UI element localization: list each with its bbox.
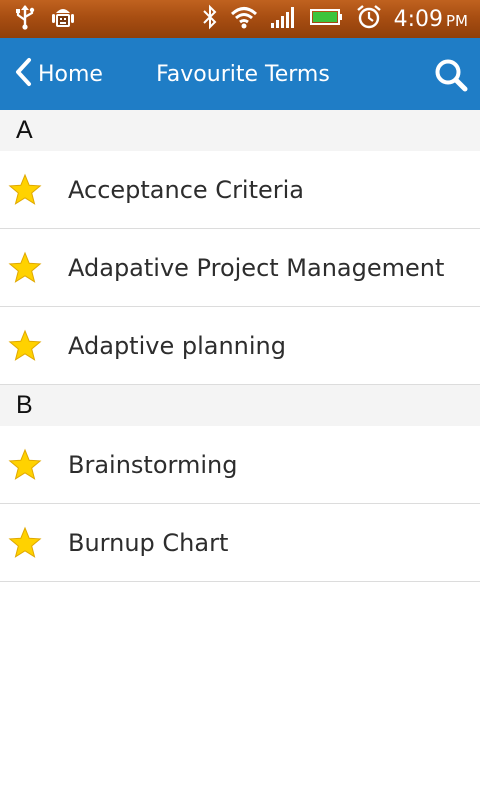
- list-item-label: Adaptive planning: [68, 331, 286, 360]
- alarm-icon: [356, 4, 382, 34]
- app-bar: Home Favourite Terms: [0, 38, 480, 110]
- list-item-label: Burnup Chart: [68, 528, 229, 557]
- star-icon[interactable]: [0, 526, 68, 560]
- status-time: 4:09 PM: [394, 7, 468, 32]
- list-item[interactable]: Adaptive planning: [0, 307, 480, 385]
- list-item[interactable]: Brainstorming: [0, 426, 480, 504]
- status-bar: 4:09 PM: [0, 0, 480, 38]
- star-icon[interactable]: [0, 251, 68, 285]
- bluetooth-icon: [202, 4, 218, 34]
- home-back-button[interactable]: Home: [0, 38, 130, 110]
- search-icon: [434, 59, 468, 96]
- chevron-left-icon: [14, 57, 32, 91]
- list-item-label: Brainstorming: [68, 450, 238, 479]
- status-time-value: 4:09: [393, 6, 443, 32]
- section-header-a: A: [0, 110, 480, 151]
- star-icon[interactable]: [0, 173, 68, 207]
- star-icon[interactable]: [0, 329, 68, 363]
- status-time-ampm: PM: [446, 11, 468, 30]
- section-header-b: B: [0, 385, 480, 426]
- home-button-label: Home: [38, 61, 103, 87]
- battery-icon: [309, 7, 344, 31]
- android-debug-icon: [50, 3, 76, 35]
- star-icon[interactable]: [0, 448, 68, 482]
- list-item[interactable]: Adapative Project Management: [0, 229, 480, 307]
- list-item-label: Acceptance Criteria: [68, 175, 305, 204]
- list-item-label: Adapative Project Management: [68, 253, 445, 282]
- signal-icon: [270, 5, 298, 33]
- list-item[interactable]: Acceptance Criteria: [0, 151, 480, 229]
- terms-list: A Acceptance Criteria Adapative Project …: [0, 110, 480, 582]
- usb-icon: [14, 4, 36, 34]
- wifi-icon: [230, 5, 258, 33]
- list-item[interactable]: Burnup Chart: [0, 504, 480, 582]
- search-button[interactable]: [434, 58, 468, 92]
